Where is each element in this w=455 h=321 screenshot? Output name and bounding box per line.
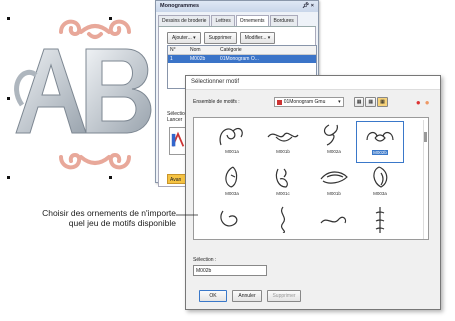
- small-icons-view-icon[interactable]: ▦: [353, 97, 365, 107]
- motif-cell[interactable]: M001b: [259, 121, 307, 163]
- motif-cell[interactable]: [259, 205, 307, 239]
- remove-button[interactable]: Supprimer: [203, 32, 237, 44]
- row-num: 1: [170, 56, 173, 62]
- motif-label: M001a: [225, 149, 239, 154]
- col-name: Nom: [190, 47, 201, 53]
- advanced-button[interactable]: Avan: [167, 174, 187, 184]
- close-icon[interactable]: ×: [311, 3, 314, 9]
- tab-ornements[interactable]: Ornements: [235, 15, 269, 26]
- selection-handle[interactable]: [109, 176, 112, 179]
- selection-handle[interactable]: [7, 17, 10, 20]
- scrollbar-thumb[interactable]: [424, 132, 427, 142]
- motif-thumbnail: [320, 171, 348, 184]
- modify-button[interactable]: Modifier... ▾: [239, 32, 276, 44]
- row-name: M002b: [190, 56, 206, 62]
- chevron-down-icon: ▾: [338, 99, 341, 105]
- motif-thumbnail: [275, 168, 288, 188]
- motif-cell[interactable]: [356, 205, 404, 239]
- motif-thumbnail: [219, 127, 243, 146]
- motif-thumbnail: [323, 124, 338, 146]
- motif-cell[interactable]: [208, 205, 256, 239]
- motif-label: M002a: [327, 149, 341, 154]
- color-icon[interactable]: ●: [425, 98, 430, 107]
- top-ornament-image: [59, 19, 131, 39]
- motif-thumbnail: [280, 206, 286, 233]
- callout-text: Choisir des ornements de n'importe quel …: [42, 208, 176, 228]
- motif-thumbnail: [373, 166, 388, 188]
- motif-cell[interactable]: M002b: [356, 121, 404, 163]
- tab-dessins[interactable]: Dessins de broderie: [158, 15, 211, 26]
- motif-label: M003a: [225, 191, 239, 196]
- motif-label: M003a: [373, 191, 387, 196]
- selection-label: Sélectio Lancer: [167, 111, 185, 123]
- motif-cell[interactable]: M002a: [310, 121, 358, 163]
- select-motif-dialog: Sélectionner motif Ensemble de motifs : …: [185, 75, 441, 310]
- tab-lettres[interactable]: Lettres: [211, 15, 235, 26]
- add-button[interactable]: Ajouter... ▾: [167, 32, 201, 44]
- motif-cell[interactable]: M001c: [259, 163, 307, 205]
- motif-thumbnail: [320, 216, 347, 224]
- motif-cell[interactable]: [310, 205, 358, 239]
- color-palette-icon[interactable]: ●: [416, 98, 421, 107]
- motif-label: M001b: [327, 191, 341, 196]
- motif-set-row: Ensemble de motifs : 01Monogram Gmu ▾ ▦ …: [193, 97, 430, 107]
- pin-icon[interactable]: 📌︎: [302, 3, 309, 9]
- selection-handle[interactable]: [109, 17, 112, 20]
- motif-cell[interactable]: M001b: [310, 163, 358, 205]
- motif-set-dropdown[interactable]: 01Monogram Gmu ▾: [273, 97, 344, 107]
- table-row[interactable]: 1 M002b 01Monogram O...: [168, 55, 316, 63]
- motif-thumbnail: [375, 207, 385, 233]
- selection-handle[interactable]: [7, 97, 10, 100]
- motif-thumbnail: [220, 210, 238, 227]
- motif-cell[interactable]: M003a: [208, 163, 256, 205]
- motif-grid: M001a M001b M002a M002b M003a M001c M001b M003a: [193, 117, 429, 240]
- panel-title: Monogrammes: [160, 3, 200, 9]
- scrollbar[interactable]: [423, 120, 427, 239]
- motif-cell[interactable]: M001a: [208, 121, 256, 163]
- panel-tabs: Dessins de broderie Lettres Ornements Bo…: [158, 15, 316, 27]
- motif-set-icon: [276, 99, 282, 105]
- callout-arrow: [176, 214, 198, 216]
- motif-label: M001c: [276, 191, 290, 196]
- dialog-title: Sélectionner motif: [186, 76, 440, 90]
- motif-thumbnail: [366, 131, 394, 142]
- selection-label: Sélection :: [193, 257, 217, 263]
- panel-titlebar: Monogrammes 📌︎ ×: [156, 1, 318, 12]
- motif-label: M001b: [276, 149, 290, 154]
- delete-button[interactable]: Supprimer: [267, 290, 301, 302]
- row-category: 01Monogram O...: [220, 56, 259, 62]
- motif-cell[interactable]: M003a: [356, 163, 404, 205]
- selection-handle[interactable]: [7, 176, 10, 179]
- motif-thumbnail: [267, 132, 299, 142]
- tab-bordures[interactable]: Bordures: [269, 15, 298, 26]
- selection-input[interactable]: M002b: [193, 265, 267, 276]
- col-num: N°: [170, 47, 176, 53]
- motif-label: M002b: [372, 150, 388, 155]
- cancel-button[interactable]: Annuler: [232, 290, 262, 302]
- col-category: Catégorie: [220, 47, 242, 53]
- motif-thumbnail: [225, 166, 238, 188]
- large-icons-view-icon[interactable]: ▦: [377, 97, 388, 107]
- motif-set-label: Ensemble de motifs :: [193, 99, 240, 105]
- medium-icons-view-icon[interactable]: ▦: [365, 97, 377, 107]
- ab-monogram-image: [14, 48, 152, 134]
- bottom-ornament-image: [59, 153, 131, 170]
- ok-button[interactable]: OK: [199, 290, 227, 302]
